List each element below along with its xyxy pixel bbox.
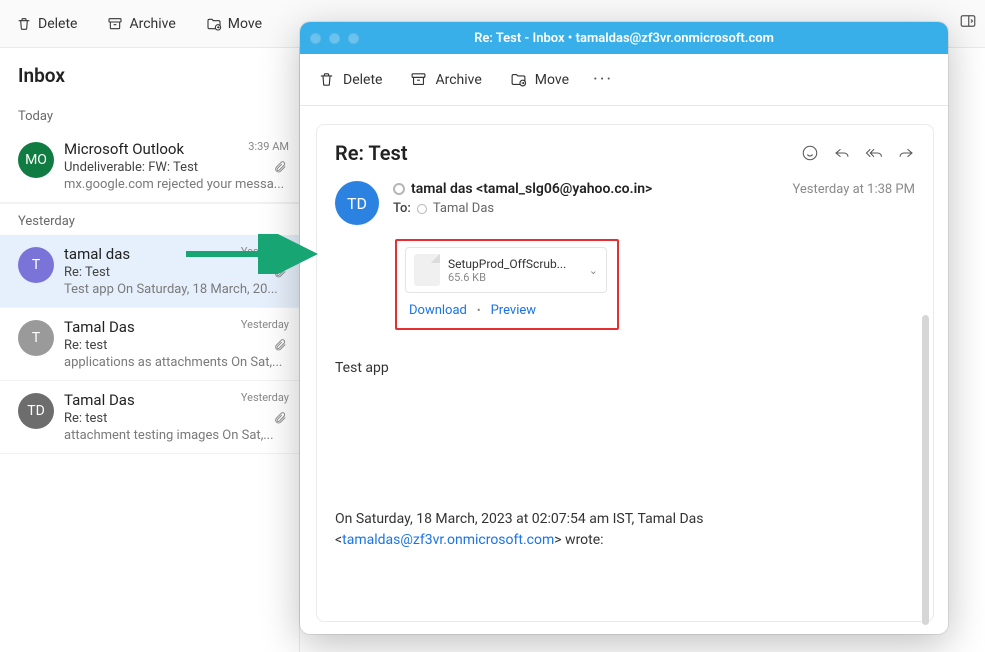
attachment-size: 65.6 KB xyxy=(448,271,581,284)
inbox-title: Inbox xyxy=(0,48,299,99)
to-name: Tamal Das xyxy=(433,201,494,216)
reply-all-icon[interactable] xyxy=(865,144,883,162)
row-preview: Test app On Saturday, 18 March, 20... xyxy=(64,282,287,297)
forward-icon[interactable] xyxy=(897,144,915,162)
zoom-dot[interactable] xyxy=(348,33,359,44)
to-label: To: xyxy=(393,201,411,216)
folder-move-icon xyxy=(206,16,222,32)
quote-email-link[interactable]: tamaldas@zf3vr.onmicrosoft.com xyxy=(342,532,554,548)
bg-delete-button[interactable]: Delete xyxy=(10,12,83,36)
row-subject: Re: test xyxy=(64,338,287,353)
quoted-header: On Saturday, 18 March, 2023 at 02:07:54 … xyxy=(335,509,915,551)
message-groups: Today MO Microsoft Outlook Undeliverable… xyxy=(0,99,299,454)
row-preview: applications as attachments On Sat,... xyxy=(64,355,287,370)
archive-icon xyxy=(410,71,427,88)
attachment-download-link[interactable]: Download xyxy=(409,303,467,318)
from-display: tamal das <tamal_slg06@yahoo.co.in> xyxy=(411,181,652,197)
popup-move-button[interactable]: Move xyxy=(506,67,573,92)
row-time: Yesterday xyxy=(241,391,289,404)
recipient-presence-icon xyxy=(417,204,427,214)
popup-archive-button[interactable]: Archive xyxy=(406,67,485,92)
group-header: Yesterday xyxy=(0,203,299,235)
message-subject: Re: Test xyxy=(335,141,408,165)
more-actions-button[interactable]: ··· xyxy=(593,69,613,90)
emoji-react-icon[interactable] xyxy=(801,144,819,162)
file-icon xyxy=(414,254,440,286)
row-subject: Re: test xyxy=(64,411,287,426)
popup-archive-label: Archive xyxy=(435,72,481,88)
close-dot[interactable] xyxy=(310,33,321,44)
bg-delete-label: Delete xyxy=(38,16,77,32)
paperclip-icon xyxy=(273,265,287,279)
message-row[interactable]: T tamal das Re: Test Test app On Saturda… xyxy=(0,235,299,308)
separator-dot: • xyxy=(477,304,481,317)
avatar: T xyxy=(18,247,54,283)
row-preview: mx.google.com rejected your messa... xyxy=(64,177,287,192)
message-popup-window: Re: Test - Inbox • tamaldas@zf3vr.onmicr… xyxy=(300,22,948,634)
avatar: MO xyxy=(18,142,54,178)
row-preview: attachment testing images On Sat,... xyxy=(64,428,287,443)
group-header: Today xyxy=(0,99,299,130)
attachment-preview-link[interactable]: Preview xyxy=(491,303,536,318)
attachment-name: SetupProd_OffScrub... xyxy=(448,257,581,271)
vertical-scrollbar[interactable] xyxy=(922,315,929,625)
panel-toggle-icon[interactable] xyxy=(959,12,977,30)
archive-icon xyxy=(107,16,123,32)
minimize-dot[interactable] xyxy=(329,33,340,44)
avatar: TD xyxy=(18,393,54,429)
folder-move-icon xyxy=(510,71,527,88)
paperclip-icon xyxy=(273,160,287,174)
presence-status-icon xyxy=(393,183,405,195)
message-timestamp: Yesterday at 1:38 PM xyxy=(792,182,915,197)
bg-archive-button[interactable]: Archive xyxy=(101,12,181,36)
paperclip-icon xyxy=(273,338,287,352)
window-controls[interactable] xyxy=(310,33,359,44)
message-body: Test app xyxy=(335,358,915,379)
attachment-card[interactable]: SetupProd_OffScrub... 65.6 KB ⌄ xyxy=(405,247,607,293)
popup-toolbar: Delete Archive Move ··· xyxy=(300,54,948,106)
message-row[interactable]: T Tamal Das Re: test applications as att… xyxy=(0,308,299,381)
row-subject: Undeliverable: FW: Test xyxy=(64,160,287,175)
trash-icon xyxy=(16,16,32,32)
popup-delete-label: Delete xyxy=(343,72,382,88)
message-action-icons xyxy=(801,144,915,162)
message-content: Re: Test TD xyxy=(316,124,934,622)
message-row[interactable]: MO Microsoft Outlook Undeliverable: FW: … xyxy=(0,130,299,203)
popup-titlebar[interactable]: Re: Test - Inbox • tamaldas@zf3vr.onmicr… xyxy=(300,22,948,54)
bg-archive-label: Archive xyxy=(129,16,175,32)
row-time: Yesterday xyxy=(241,318,289,331)
paperclip-icon xyxy=(273,411,287,425)
row-time: Yesterday xyxy=(241,245,289,258)
message-row[interactable]: TD Tamal Das Re: test attachment testing… xyxy=(0,381,299,454)
sender-avatar: TD xyxy=(335,181,379,225)
avatar: T xyxy=(18,320,54,356)
quote-suffix: > wrote: xyxy=(554,532,603,548)
row-time: 3:39 AM xyxy=(248,140,289,153)
attachment-highlight-box: SetupProd_OffScrub... 65.6 KB ⌄ Download… xyxy=(395,239,619,330)
chevron-down-icon[interactable]: ⌄ xyxy=(589,264,598,277)
popup-window-title: Re: Test - Inbox • tamaldas@zf3vr.onmicr… xyxy=(300,31,948,46)
message-list-panel: Inbox Today MO Microsoft Outlook Undeliv… xyxy=(0,48,300,652)
popup-move-label: Move xyxy=(535,72,569,88)
bg-move-button[interactable]: Move xyxy=(200,12,268,36)
reply-icon[interactable] xyxy=(833,144,851,162)
popup-delete-button[interactable]: Delete xyxy=(314,67,386,92)
trash-icon xyxy=(318,71,335,88)
row-subject: Re: Test xyxy=(64,265,287,280)
bg-move-label: Move xyxy=(228,16,262,32)
